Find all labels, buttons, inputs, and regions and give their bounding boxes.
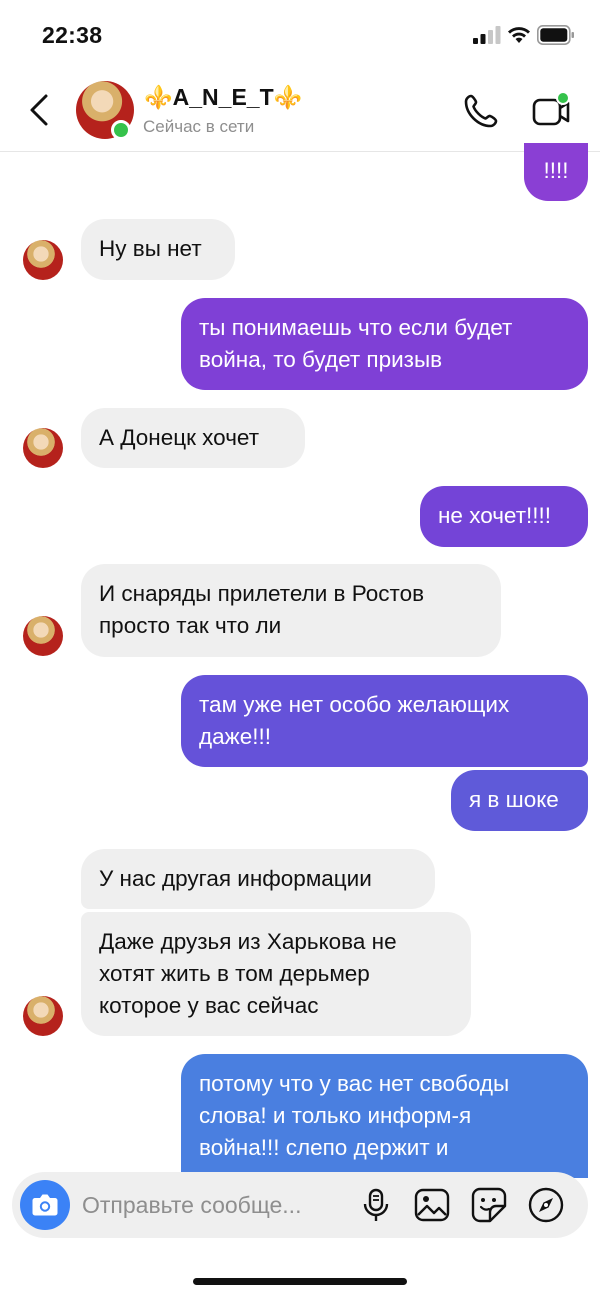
video-call-icon[interactable]	[531, 90, 573, 132]
phone-icon[interactable]	[462, 92, 500, 130]
message-composer	[12, 1172, 588, 1238]
message-outgoing[interactable]: !!!!	[524, 143, 588, 201]
contact-status: Сейчас в сети	[143, 117, 255, 136]
home-indicator	[193, 1278, 407, 1285]
message-incoming[interactable]: У нас другая информации	[81, 849, 435, 909]
sticker-icon[interactable]	[470, 1186, 508, 1224]
sender-avatar	[23, 428, 63, 468]
message-outgoing[interactable]: там уже нет особо желающих даже!!!	[181, 675, 588, 767]
wifi-icon	[508, 27, 530, 43]
contact-name[interactable]: ⚜️A_N_E_T⚜️	[144, 84, 302, 111]
message-outgoing[interactable]: я в шоке	[451, 770, 588, 831]
status-time: 22:38	[42, 22, 103, 48]
camera-button[interactable]	[20, 1180, 70, 1230]
message-outgoing[interactable]: потому что у вас нет свободы слова! и то…	[181, 1054, 588, 1178]
chat-header: ⚜️A_N_E_T⚜️ Сейчас в сети	[0, 70, 600, 152]
battery-icon	[537, 25, 574, 45]
sender-avatar	[23, 616, 63, 656]
camera-icon	[32, 1194, 58, 1216]
microphone-icon[interactable]	[357, 1186, 395, 1224]
message-incoming[interactable]: И снаряды прилетели в Ростов просто так …	[81, 564, 501, 657]
message-incoming[interactable]: Даже друзья из Харькова не хотят жить в …	[81, 912, 471, 1036]
status-bar: 22:38	[0, 0, 600, 70]
message-incoming[interactable]: А Донецк хочет	[81, 408, 305, 468]
online-indicator	[111, 120, 131, 140]
message-incoming[interactable]: Ну вы нет	[81, 219, 235, 280]
gallery-icon[interactable]	[413, 1186, 451, 1224]
sender-avatar	[23, 240, 63, 280]
message-outgoing[interactable]: не хочет!!!!	[420, 486, 588, 547]
message-input[interactable]	[82, 1189, 352, 1221]
cellular-signal-icon	[473, 26, 501, 44]
sender-avatar	[23, 996, 63, 1036]
compass-icon[interactable]	[527, 1186, 565, 1224]
message-outgoing[interactable]: ты понимаешь что если будет война, то бу…	[181, 298, 588, 390]
back-icon[interactable]	[22, 90, 58, 130]
